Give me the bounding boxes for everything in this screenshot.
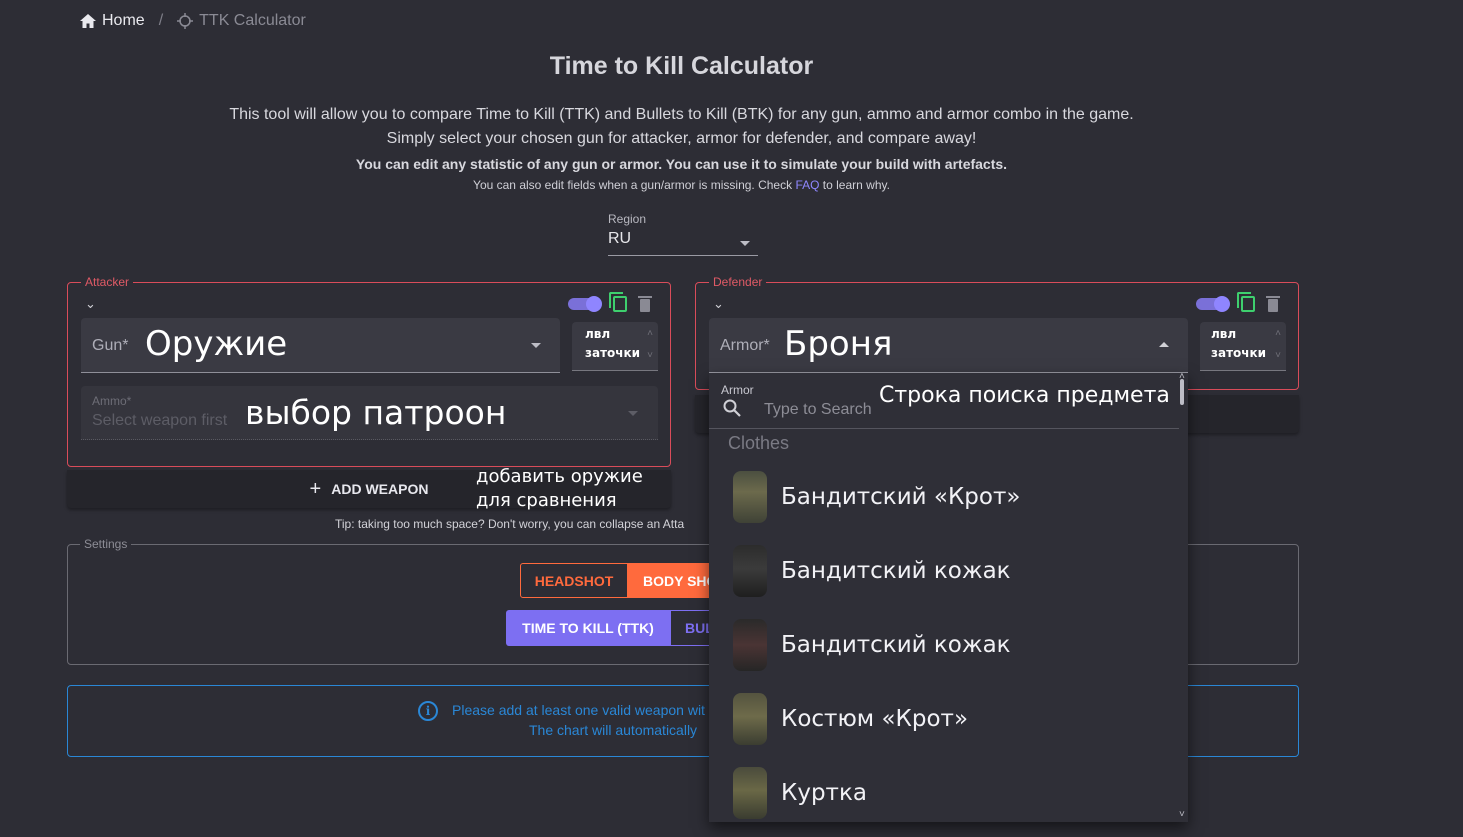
spin-up-icon[interactable]: ˄: [1275, 328, 1281, 339]
ttk-button[interactable]: TIME TO KILL (TTK): [506, 610, 670, 646]
copy-icon[interactable]: [609, 292, 627, 312]
defender-enable-toggle[interactable]: [1196, 296, 1230, 312]
search-placeholder: Type to Search: [764, 401, 872, 418]
add-weapon-label: ADD WEAPON: [331, 481, 429, 497]
info-icon: i: [418, 701, 438, 721]
gun-label: Gun*: [92, 337, 129, 354]
info-line-1: Please add at least one valid weapon wit: [452, 702, 705, 718]
plus-icon: +: [309, 477, 322, 500]
defender-level-input[interactable]: лвл заточки ˄ ˅: [1200, 322, 1286, 371]
headshot-button[interactable]: HEADSHOT: [520, 563, 628, 598]
breadcrumb-separator: /: [158, 12, 164, 29]
tip-text: Tip: taking too much space? Don't worry,…: [335, 517, 685, 531]
list-item[interactable]: Бандитский «Крот»: [733, 470, 1173, 524]
defender-legend: Defender: [709, 275, 767, 289]
armor-thumbnail: [733, 471, 767, 523]
armor-annotation: Броня: [784, 324, 893, 364]
list-item-name: Бандитский кожак: [781, 632, 1011, 658]
list-item-name: Бандитский кожак: [781, 558, 1011, 584]
armor-thumbnail: [733, 619, 767, 671]
breadcrumb-current-label: TTK Calculator: [199, 12, 306, 29]
level-label-2: заточки: [1211, 346, 1267, 360]
list-item[interactable]: Бандитский кожак: [733, 544, 1173, 598]
dropdown-group-clothes: Clothes: [728, 433, 790, 453]
search-label: Armor: [721, 383, 754, 397]
breadcrumb-home-label: Home: [102, 12, 145, 29]
scroll-up-icon[interactable]: ˄: [1179, 373, 1185, 382]
armor-thumbnail: [733, 693, 767, 745]
armor-label: Armor*: [720, 337, 770, 354]
collapse-chevron-icon[interactable]: ⌄: [85, 296, 96, 312]
description-line-4: You can also edit fields when a gun/armo…: [0, 178, 1363, 192]
search-annotation: Строка поиска предмета: [879, 383, 1170, 408]
armor-search-field[interactable]: Armor Type to Search Строка поиска предм…: [709, 373, 1179, 429]
region-select[interactable]: RU: [608, 230, 758, 256]
crosshair-icon: [177, 13, 194, 29]
breadcrumb: Home / TTK Calculator: [80, 10, 306, 32]
level-label-2: заточки: [585, 346, 641, 360]
chevron-down-icon: [740, 241, 750, 246]
description-line-1: This tool will allow you to compare Time…: [229, 106, 1134, 123]
scroll-down-icon[interactable]: ˅: [1179, 809, 1185, 820]
dropdown-scrollbar[interactable]: [1180, 379, 1184, 405]
spin-down-icon[interactable]: ˅: [647, 350, 653, 361]
add-weapon-annotation-1: добавить оружие: [476, 466, 643, 487]
chevron-down-icon: [628, 411, 638, 416]
delete-icon[interactable]: [638, 296, 652, 312]
settings-legend: Settings: [80, 537, 132, 551]
spin-up-icon[interactable]: ˄: [647, 328, 653, 339]
gun-annotation: Оружие: [145, 324, 288, 364]
breadcrumb-home-link[interactable]: Home: [80, 12, 145, 30]
ammo-placeholder: Select weapon first: [92, 412, 228, 429]
attacker-level-input[interactable]: лвл заточки ˄ ˅: [572, 322, 658, 371]
ammo-label: Ammo*: [92, 394, 132, 408]
list-item[interactable]: Костюм «Крот»: [733, 692, 1173, 746]
search-icon: [723, 399, 741, 417]
armor-thumbnail: [733, 545, 767, 597]
armor-select[interactable]: Armor* Броня: [709, 318, 1188, 373]
page-title: Time to Kill Calculator: [549, 52, 814, 80]
ammo-select[interactable]: Ammo* Select weapon first выбор патроон: [81, 386, 658, 440]
description-line-3: You can edit any statistic of any gun or…: [355, 156, 1008, 172]
attacker-enable-toggle[interactable]: [568, 296, 602, 312]
attacker-legend: Attacker: [81, 275, 134, 289]
region-value: RU: [608, 230, 632, 247]
spin-down-icon[interactable]: ˅: [1275, 350, 1281, 361]
faq-link[interactable]: FAQ: [795, 178, 819, 192]
list-item[interactable]: Куртка: [733, 766, 1173, 820]
list-item-name: Бандитский «Крот»: [781, 484, 1021, 510]
armor-thumbnail: [733, 767, 767, 819]
collapse-chevron-icon[interactable]: ⌄: [713, 296, 724, 312]
level-label-1: лвл: [585, 327, 611, 341]
chevron-down-icon: [531, 343, 541, 348]
list-item-name: Костюм «Крот»: [781, 706, 969, 732]
description-line-4-suffix: to learn why.: [819, 178, 890, 192]
add-weapon-annotation-2: для сравнения: [476, 490, 617, 511]
level-label-1: лвл: [1211, 327, 1237, 341]
info-line-2: The chart will automatically: [529, 722, 698, 738]
breadcrumb-current: TTK Calculator: [177, 12, 306, 30]
list-item-name: Куртка: [781, 780, 867, 806]
copy-icon[interactable]: [1237, 292, 1255, 312]
description-line-2: Simply select your chosen gun for attack…: [386, 130, 977, 147]
chevron-up-icon: [1159, 342, 1169, 347]
body-shot-button[interactable]: BODY SHO: [628, 563, 710, 598]
ammo-annotation: выбор патроон: [245, 393, 507, 432]
armor-dropdown: Armor Type to Search Строка поиска предм…: [709, 373, 1188, 822]
gun-select[interactable]: Gun* Оружие: [81, 318, 560, 373]
list-item[interactable]: Бандитский кожак: [733, 618, 1173, 672]
home-icon: [80, 14, 96, 28]
region-label: Region: [608, 212, 647, 226]
delete-icon[interactable]: [1266, 296, 1280, 312]
btk-button[interactable]: BUL: [670, 610, 710, 646]
description-line-4-text: You can also edit fields when a gun/armo…: [473, 178, 796, 192]
